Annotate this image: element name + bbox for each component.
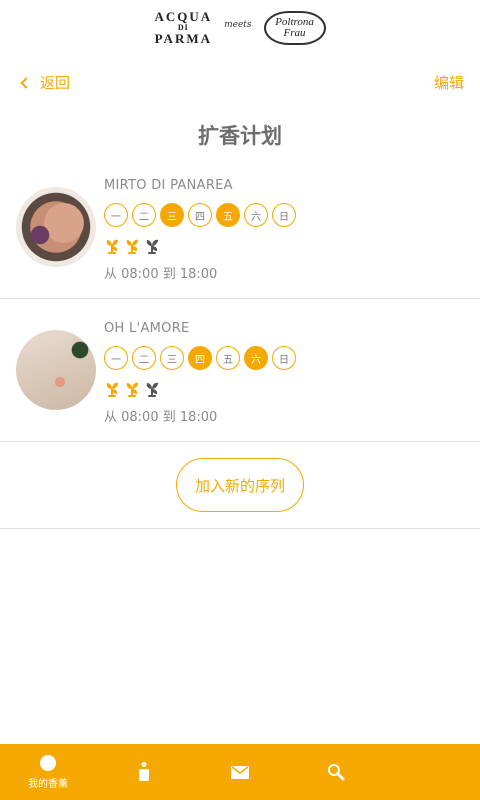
fan-icon bbox=[104, 380, 122, 398]
weekday-chip[interactable]: 一 bbox=[104, 203, 128, 227]
tab-messages[interactable] bbox=[192, 744, 288, 800]
add-sequence-button[interactable]: 加入新的序列 bbox=[176, 458, 304, 512]
fan-icon bbox=[124, 237, 142, 255]
fragrance-name: OH L'AMORE bbox=[104, 321, 190, 336]
meets-text: meets bbox=[224, 20, 252, 30]
weekday-selector: 一二三四五六日 bbox=[104, 203, 296, 227]
drop-icon bbox=[40, 755, 56, 771]
weekday-chip[interactable]: 五 bbox=[216, 346, 240, 370]
back-button[interactable]: 返回 bbox=[20, 72, 71, 93]
schedule-item[interactable]: MIRTO DI PANAREA 一二三四五六日 从 08:00 到 18:00 bbox=[0, 155, 480, 299]
weekday-chip[interactable]: 二 bbox=[132, 346, 156, 370]
mail-icon bbox=[231, 765, 249, 779]
weekday-chip[interactable]: 三 bbox=[160, 346, 184, 370]
fan-icon bbox=[104, 237, 122, 255]
fragrance-thumbnail bbox=[16, 330, 96, 410]
fan-icon bbox=[144, 237, 162, 255]
weekday-chip[interactable]: 四 bbox=[188, 203, 212, 227]
tab-products[interactable] bbox=[96, 744, 192, 800]
weekday-chip[interactable]: 三 bbox=[160, 203, 184, 227]
weekday-chip[interactable]: 六 bbox=[244, 203, 268, 227]
nav-bar: 返回 编辑 bbox=[0, 68, 480, 98]
chevron-left-icon bbox=[20, 76, 32, 89]
schedule-time: 从 08:00 到 18:00 bbox=[104, 410, 218, 425]
back-label: 返回 bbox=[40, 74, 71, 92]
tab-label: 我的香薰 bbox=[28, 779, 68, 790]
brand-header: ACQUA DI PARMA meets Poltrona Frau bbox=[0, 8, 480, 48]
weekday-chip[interactable]: 六 bbox=[244, 346, 268, 370]
intensity-indicator bbox=[104, 380, 162, 398]
bottle-icon bbox=[139, 762, 149, 781]
weekday-chip[interactable]: 五 bbox=[216, 203, 240, 227]
schedule-item[interactable]: OH L'AMORE 一二三四五六日 从 08:00 到 18:00 bbox=[0, 298, 480, 442]
tab-bar: 我的香薰 bbox=[0, 744, 480, 800]
weekday-chip[interactable]: 四 bbox=[188, 346, 212, 370]
weekday-chip[interactable]: 日 bbox=[272, 203, 296, 227]
fragrance-thumbnail bbox=[16, 187, 96, 267]
poltrona-frau-logo: Poltrona Frau bbox=[263, 11, 326, 45]
logo-text: Frau bbox=[283, 27, 306, 39]
fragrance-name: MIRTO DI PANAREA bbox=[104, 178, 233, 193]
page-title: 扩香计划 bbox=[198, 124, 282, 148]
schedule-time: 从 08:00 到 18:00 bbox=[104, 267, 218, 282]
tab-search[interactable] bbox=[288, 744, 384, 800]
fan-icon bbox=[144, 380, 162, 398]
tab-my-fragrances[interactable]: 我的香薰 bbox=[0, 744, 96, 800]
weekday-selector: 一二三四五六日 bbox=[104, 346, 296, 370]
intensity-indicator bbox=[104, 237, 162, 255]
logo-text: PARMA bbox=[154, 31, 212, 46]
fan-icon bbox=[124, 380, 142, 398]
add-sequence-section: 加入新的序列 bbox=[0, 441, 480, 529]
weekday-chip[interactable]: 日 bbox=[272, 346, 296, 370]
weekday-chip[interactable]: 一 bbox=[104, 346, 128, 370]
acqua-di-parma-logo: ACQUA DI PARMA bbox=[154, 10, 212, 46]
logo-text: ACQUA bbox=[154, 9, 213, 24]
search-icon bbox=[328, 764, 345, 781]
edit-button[interactable]: 编辑 bbox=[434, 72, 464, 93]
weekday-chip[interactable]: 二 bbox=[132, 203, 156, 227]
